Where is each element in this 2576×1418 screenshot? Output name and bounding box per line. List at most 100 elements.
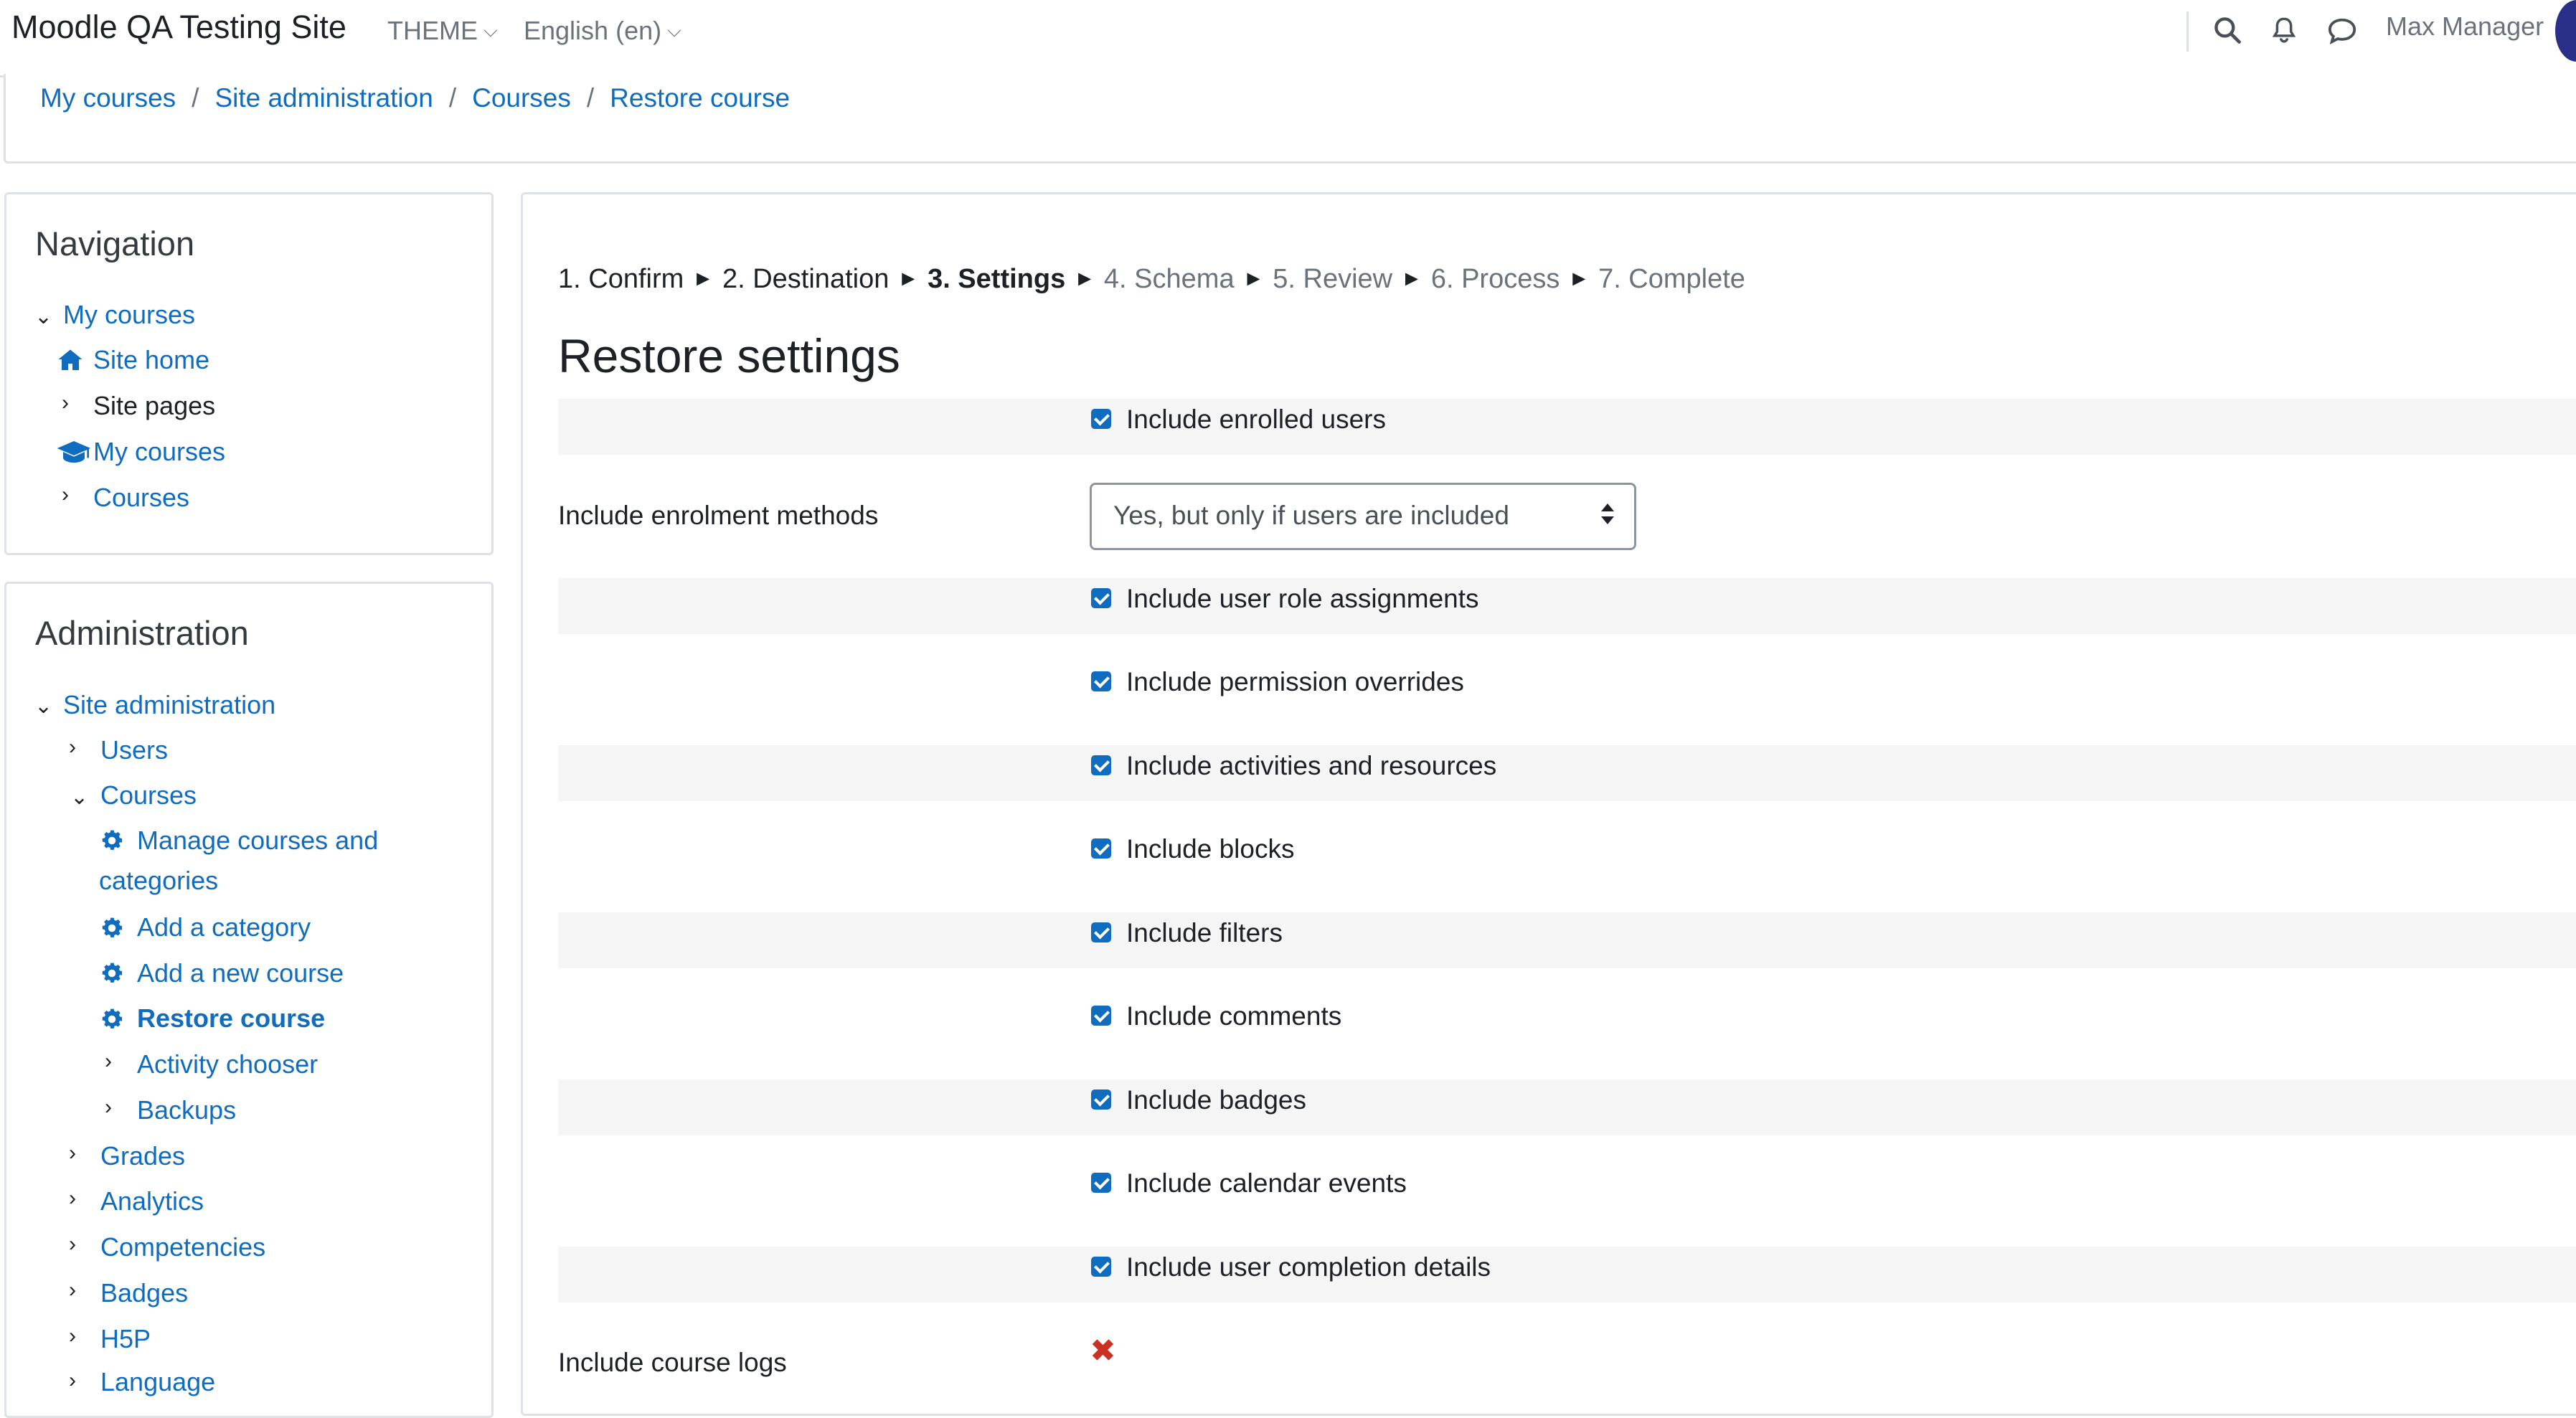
checkbox-completion-details[interactable] bbox=[1091, 1257, 1111, 1277]
checkbox-label: Include calendar events bbox=[1126, 1168, 1407, 1198]
language-menu-label: English (en) bbox=[524, 16, 662, 45]
restore-progress-steps: 1. Confirm ► 2. Destination ► 3. Settings ► 4.… bbox=[558, 264, 1745, 295]
checkbox-label: Include comments bbox=[1126, 1001, 1342, 1031]
admin-add-course[interactable]: Add a new course bbox=[137, 958, 344, 988]
theme-menu[interactable]: THEME ⌵ bbox=[387, 16, 498, 46]
checkbox-calendar-events[interactable] bbox=[1091, 1173, 1111, 1193]
chevron-down-icon[interactable]: ⌄ bbox=[70, 785, 88, 810]
page-title: Restore settings bbox=[558, 329, 900, 382]
checkbox-label: Include user completion details bbox=[1126, 1252, 1491, 1282]
admin-analytics[interactable]: Analytics bbox=[100, 1186, 204, 1216]
checkbox-label: Include activities and resources bbox=[1126, 751, 1497, 780]
checkbox-label: Include user role assignments bbox=[1126, 584, 1479, 613]
language-menu[interactable]: English (en) ⌵ bbox=[524, 16, 681, 46]
breadcrumb-my-courses[interactable]: My courses bbox=[40, 83, 176, 113]
step-arrow-icon: ► bbox=[1074, 267, 1095, 290]
breadcrumb: My courses / Site administration / Courses / R… bbox=[40, 83, 791, 113]
chevron-right-icon[interactable]: › bbox=[62, 483, 69, 507]
step-schema: 4. Schema bbox=[1103, 264, 1235, 294]
admin-badges[interactable]: Badges bbox=[100, 1278, 188, 1308]
nav-my-courses-2[interactable]: My courses bbox=[93, 437, 225, 467]
administration-title: Administration bbox=[35, 614, 249, 652]
admin-competencies[interactable]: Competencies bbox=[100, 1232, 265, 1262]
chevron-down-icon: ⌵ bbox=[667, 19, 681, 41]
checkbox-permission-overrides[interactable] bbox=[1091, 671, 1111, 691]
chevron-right-icon[interactable]: › bbox=[69, 1232, 76, 1257]
admin-h5p[interactable]: H5P bbox=[100, 1324, 151, 1354]
step-settings: 3. Settings bbox=[928, 264, 1066, 294]
gear-icon bbox=[99, 1006, 125, 1036]
checkbox-label: Include enrolled users bbox=[1126, 405, 1386, 434]
admin-users[interactable]: Users bbox=[100, 735, 168, 765]
home-icon bbox=[57, 347, 83, 375]
admin-language[interactable]: Language bbox=[100, 1367, 215, 1397]
checkbox-activities[interactable] bbox=[1091, 755, 1111, 775]
checkbox-label: Include blocks bbox=[1126, 834, 1295, 864]
admin-activity-chooser[interactable]: Activity chooser bbox=[137, 1049, 318, 1079]
select-arrows-icon bbox=[1601, 504, 1615, 529]
checkbox-role-assignments[interactable] bbox=[1091, 588, 1111, 608]
admin-grades[interactable]: Grades bbox=[100, 1141, 185, 1171]
setting-row-badges bbox=[558, 1079, 2576, 1135]
search-icon[interactable] bbox=[2212, 14, 2243, 49]
admin-courses[interactable]: Courses bbox=[100, 780, 197, 810]
step-complete: 7. Complete bbox=[1598, 264, 1745, 294]
chevron-right-icon[interactable]: › bbox=[69, 1186, 76, 1211]
site-name-link[interactable]: Moodle QA Testing Site bbox=[11, 9, 346, 46]
step-arrow-icon: ► bbox=[692, 267, 714, 290]
breadcrumb-site-administration[interactable]: Site administration bbox=[214, 83, 433, 113]
setting-row-filters bbox=[558, 912, 2576, 968]
checkbox-blocks[interactable] bbox=[1091, 838, 1111, 859]
admin-add-category[interactable]: Add a category bbox=[137, 912, 311, 942]
breadcrumb-restore-course[interactable]: Restore course bbox=[610, 83, 790, 113]
graduation-cap-icon bbox=[56, 439, 92, 468]
chevron-right-icon[interactable]: › bbox=[69, 735, 76, 760]
admin-site-administration[interactable]: Site administration bbox=[63, 690, 275, 720]
step-arrow-icon: ► bbox=[1242, 267, 1265, 290]
setting-row-role-assignments bbox=[558, 578, 2576, 634]
top-navbar bbox=[0, 0, 2576, 77]
user-menu[interactable]: Max Manager bbox=[2386, 11, 2544, 42]
step-arrow-icon: ► bbox=[897, 267, 920, 290]
step-arrow-icon: ► bbox=[1568, 267, 1590, 290]
nav-site-home[interactable]: Site home bbox=[93, 345, 209, 375]
chevron-down-icon: ⌵ bbox=[483, 19, 498, 41]
admin-restore-course[interactable]: Restore course bbox=[137, 1003, 325, 1034]
nav-site-pages[interactable]: Site pages bbox=[93, 391, 215, 421]
setting-row-activities bbox=[558, 745, 2576, 801]
chat-icon[interactable] bbox=[2326, 16, 2359, 49]
admin-manage-courses[interactable]: Manage courses and bbox=[137, 826, 378, 856]
bell-icon[interactable] bbox=[2269, 14, 2299, 49]
chevron-right-icon[interactable]: › bbox=[105, 1095, 112, 1120]
checkbox-label: Include badges bbox=[1126, 1085, 1306, 1115]
gear-icon bbox=[99, 915, 125, 945]
checkbox-enrolled-users[interactable] bbox=[1091, 409, 1111, 429]
checkbox-comments[interactable] bbox=[1091, 1006, 1111, 1026]
admin-backups[interactable]: Backups bbox=[137, 1095, 236, 1125]
select-value: Yes, but only if users are included bbox=[1113, 501, 1509, 530]
theme-menu-label: THEME bbox=[387, 16, 478, 45]
chevron-right-icon[interactable]: › bbox=[69, 1141, 76, 1166]
chevron-down-icon[interactable]: ⌄ bbox=[34, 304, 52, 329]
navigation-title: Navigation bbox=[35, 224, 195, 263]
nav-courses[interactable]: Courses bbox=[93, 483, 189, 513]
checkbox-badges[interactable] bbox=[1091, 1090, 1111, 1110]
chevron-right-icon[interactable]: › bbox=[62, 391, 69, 415]
breadcrumb-courses[interactable]: Courses bbox=[472, 83, 571, 113]
nav-my-courses[interactable]: My courses bbox=[63, 300, 195, 330]
step-destination: 2. Destination bbox=[722, 264, 890, 294]
navbar-divider bbox=[2186, 11, 2189, 52]
admin-manage-courses-line2[interactable]: categories bbox=[99, 866, 218, 896]
step-arrow-icon: ► bbox=[1401, 267, 1423, 290]
checkbox-filters[interactable] bbox=[1091, 922, 1111, 942]
chevron-right-icon[interactable]: › bbox=[105, 1049, 112, 1074]
checkbox-label: Include filters bbox=[1126, 918, 1283, 947]
chevron-right-icon[interactable]: › bbox=[69, 1278, 76, 1303]
enrolment-methods-label: Include enrolment methods bbox=[558, 501, 879, 530]
chevron-right-icon[interactable]: › bbox=[69, 1324, 76, 1348]
chevron-right-icon[interactable]: › bbox=[69, 1369, 76, 1393]
course-logs-label: Include course logs bbox=[558, 1348, 787, 1377]
enrolment-methods-select[interactable]: Yes, but only if users are included bbox=[1090, 483, 1636, 550]
step-review: 5. Review bbox=[1273, 264, 1393, 294]
chevron-down-icon[interactable]: ⌄ bbox=[34, 694, 52, 719]
